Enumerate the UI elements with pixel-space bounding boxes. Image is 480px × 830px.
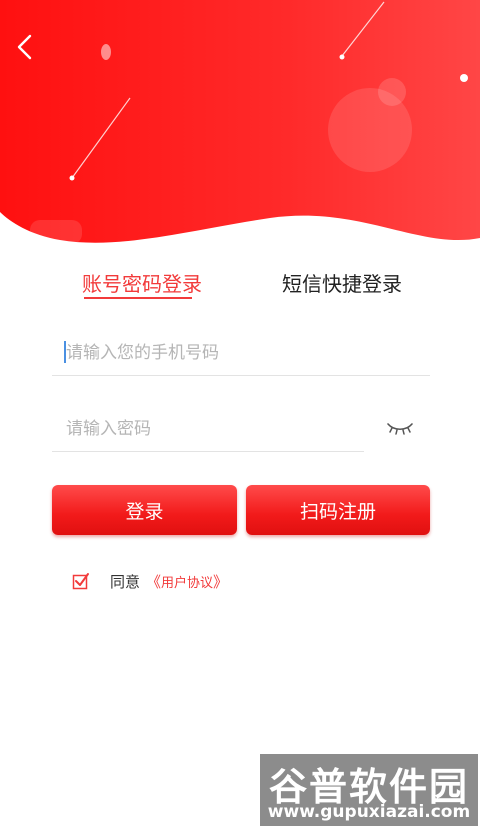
user-agreement-link[interactable]: 用户协议	[161, 572, 213, 591]
back-button[interactable]	[8, 30, 40, 64]
checkbox-checked-icon	[72, 573, 89, 590]
chevron-left-icon	[17, 34, 32, 60]
site-watermark: 谷普软件园 www.gupuxiazai.com	[260, 754, 478, 826]
agreement-prefix: 同意	[110, 572, 141, 591]
login-tabs: 账号密码登录 短信快捷登录	[0, 262, 480, 302]
password-input[interactable]	[52, 406, 364, 451]
agreement-open-bracket: 《	[146, 572, 162, 591]
header-banner	[0, 0, 480, 250]
decor-bubble	[101, 44, 111, 60]
decor-star	[339, 54, 345, 60]
active-tab-indicator	[84, 297, 192, 299]
text-cursor	[64, 341, 66, 363]
password-visibility-toggle[interactable]	[384, 414, 416, 442]
phone-input[interactable]	[52, 330, 430, 375]
tab-account-password-login[interactable]: 账号密码登录	[68, 262, 216, 302]
tab-sms-quick-login[interactable]: 短信快捷登录	[268, 262, 416, 302]
decor-bubble	[30, 220, 82, 244]
agreement-checkbox[interactable]	[72, 572, 90, 590]
agreement-row: 同意 《 用户协议 》	[72, 569, 228, 593]
decor-star	[460, 74, 468, 82]
decor-bubble	[378, 78, 406, 106]
password-field-container	[52, 406, 364, 452]
agreement-close-bracket: 》	[213, 572, 229, 591]
decor-star	[69, 175, 75, 181]
header-background	[0, 0, 480, 244]
eye-closed-icon	[387, 423, 413, 435]
phone-field-container	[52, 330, 430, 376]
scan-register-button[interactable]: 扫码注册	[246, 485, 430, 535]
watermark-url: www.gupuxiazai.com	[267, 802, 471, 822]
login-button[interactable]: 登录	[52, 485, 237, 535]
